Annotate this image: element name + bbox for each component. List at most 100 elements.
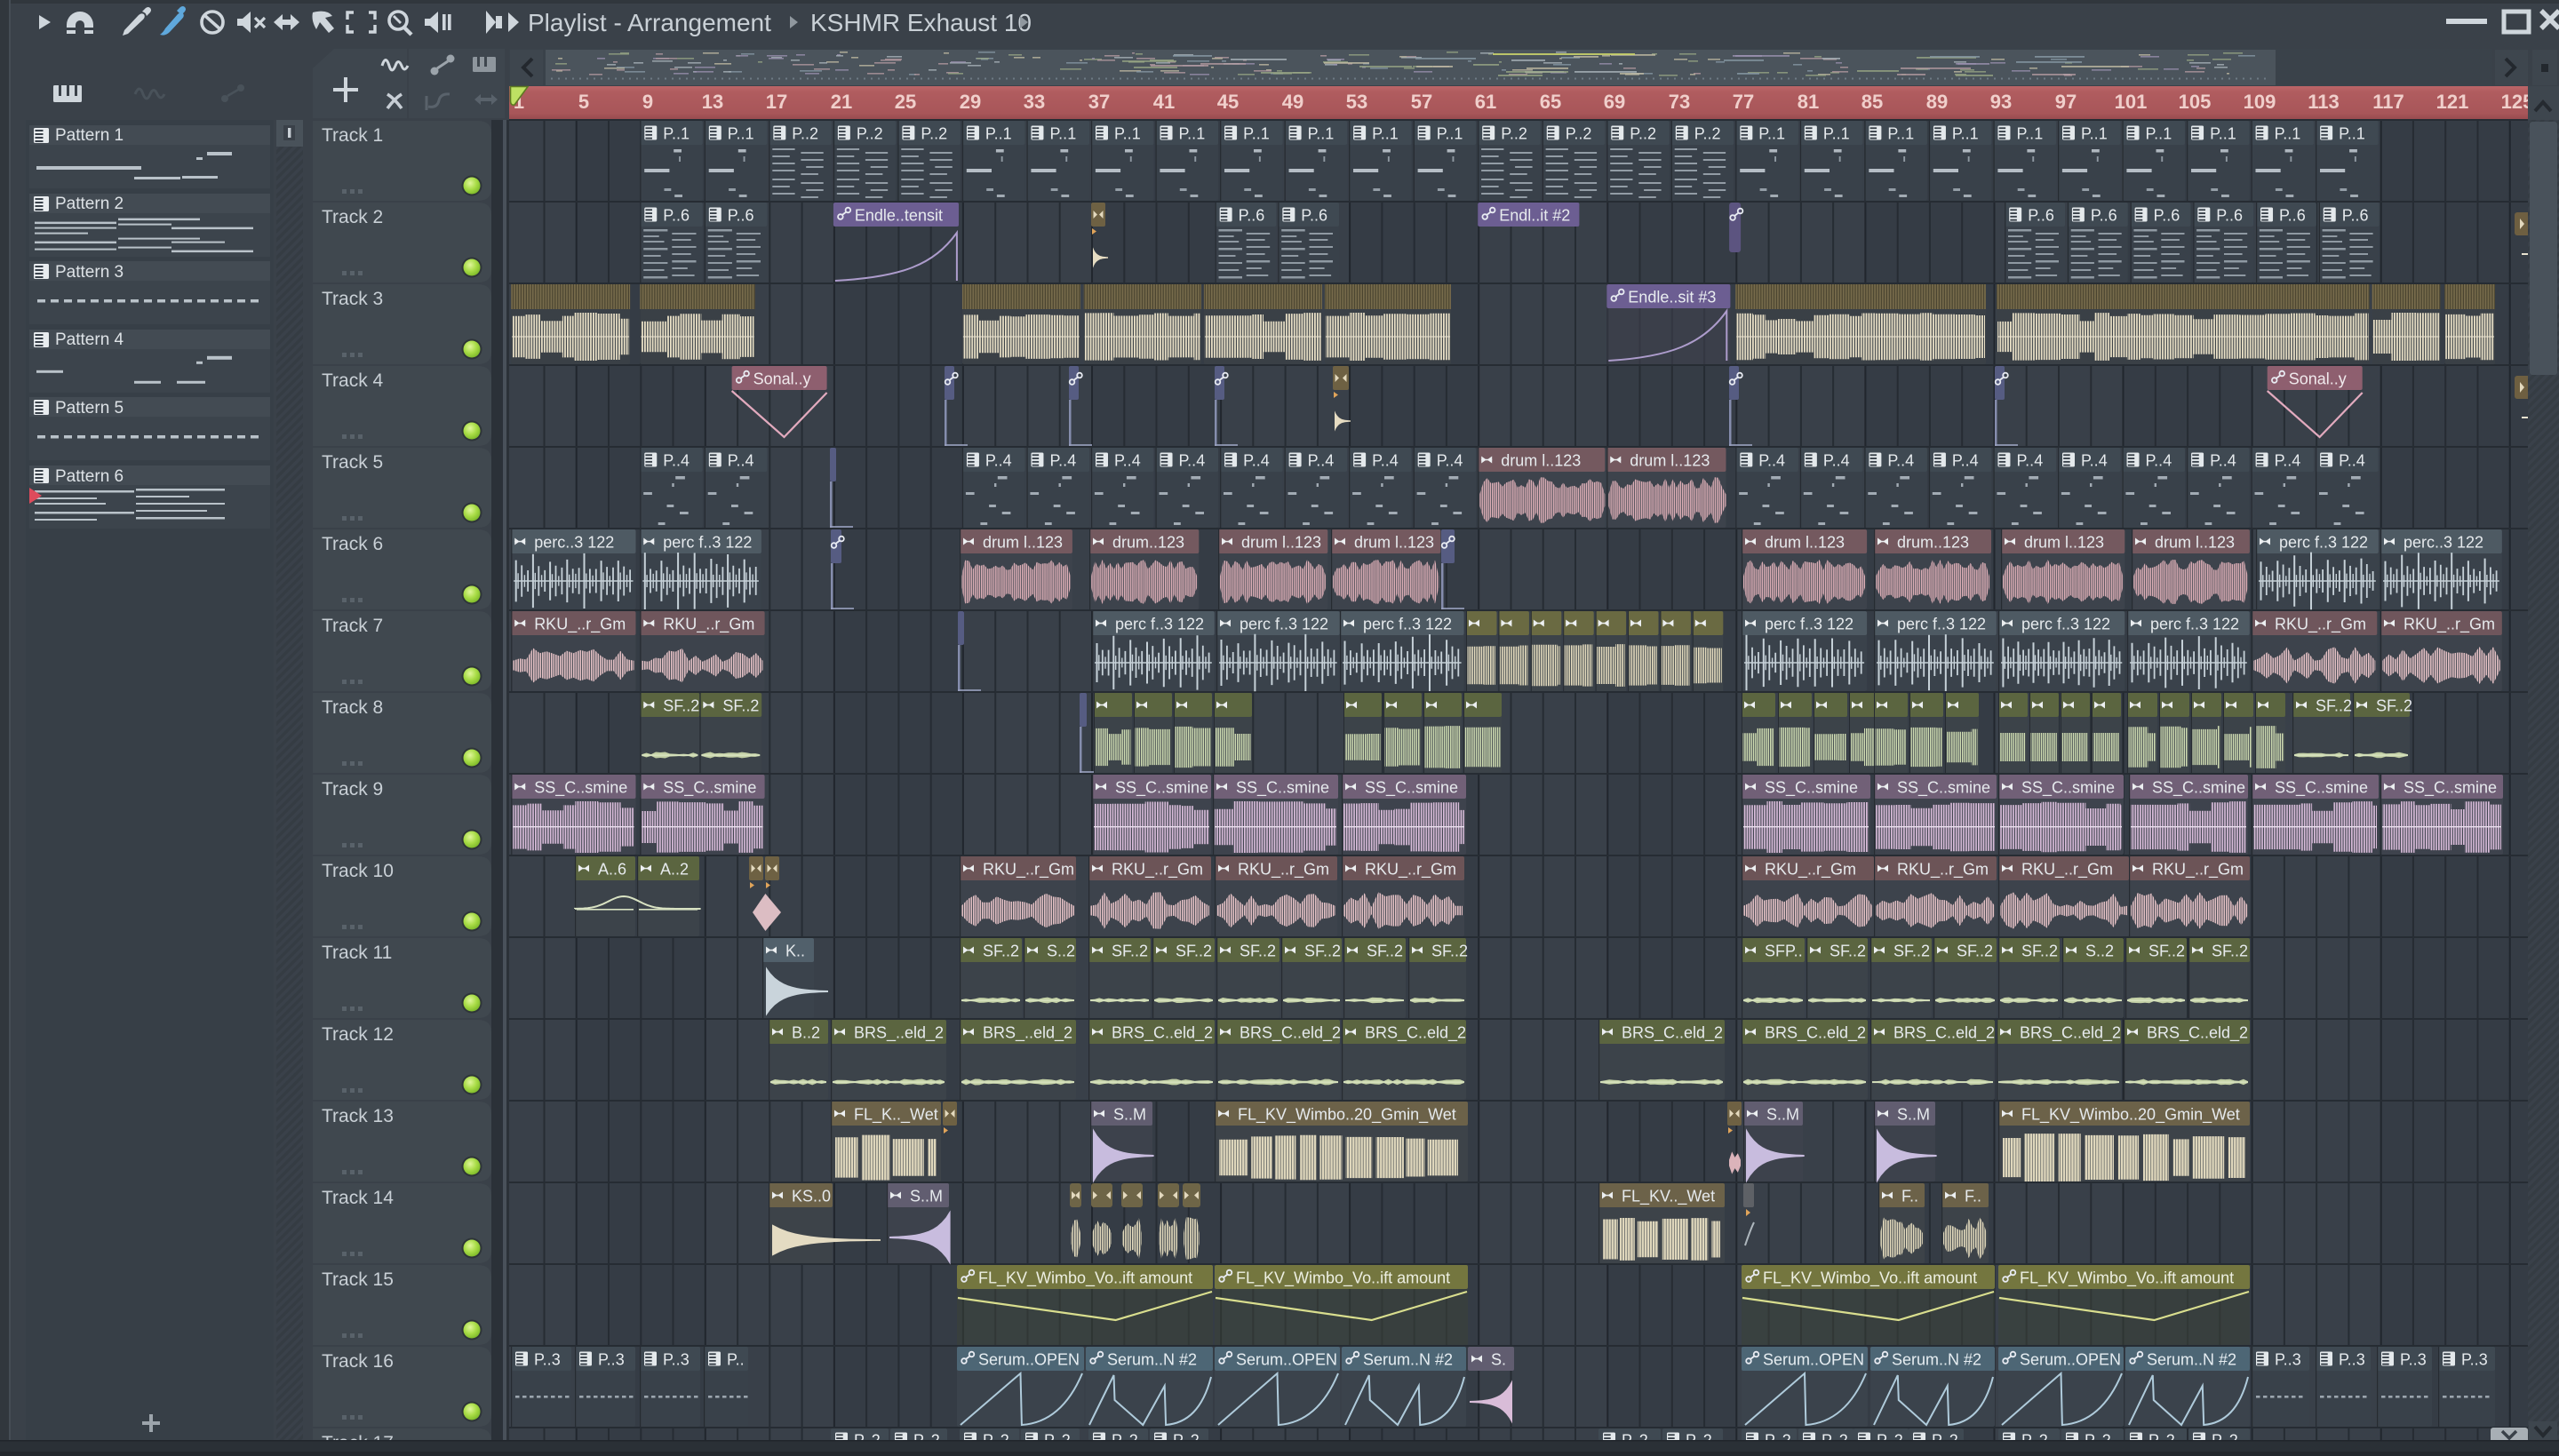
svg-text:Pattern 5: Pattern 5 [55, 399, 124, 418]
svg-text:P..4: P..4 [2210, 452, 2236, 470]
svg-text:Serum..OPEN: Serum..OPEN [1763, 1351, 1864, 1369]
svg-text:perc f..3 122: perc f..3 122 [1240, 616, 1328, 633]
svg-text:P..2: P..2 [857, 125, 883, 143]
svg-text:P..2: P..2 [1630, 125, 1656, 143]
svg-text:Pattern 1: Pattern 1 [55, 126, 124, 145]
svg-text:S..M: S..M [910, 1188, 943, 1205]
svg-text:RKU_..r_Gm: RKU_..r_Gm [1765, 861, 1856, 879]
svg-text:SS_C..smine: SS_C..smine [1365, 779, 1458, 798]
svg-text:SS_C..smine: SS_C..smine [1897, 779, 1990, 798]
svg-text:Track 3: Track 3 [322, 289, 383, 309]
svg-text:P..4: P..4 [2017, 452, 2044, 470]
svg-text:BRS_C..eld_2: BRS_C..eld_2 [2020, 1024, 2121, 1043]
svg-text:81: 81 [1798, 91, 1819, 113]
svg-text:perc f..3 122: perc f..3 122 [1897, 616, 1986, 633]
svg-text:21: 21 [831, 91, 852, 113]
svg-text:BRS_C..eld_2: BRS_C..eld_2 [1365, 1024, 1466, 1043]
svg-text:RKU_..r_Gm: RKU_..r_Gm [983, 861, 1074, 879]
svg-text:P..4: P..4 [2339, 452, 2365, 470]
svg-text:BRS_C..eld_2: BRS_C..eld_2 [1622, 1024, 1723, 1043]
svg-text:SF..2: SF..2 [1240, 943, 1276, 960]
svg-text:P..1: P..1 [1243, 125, 1270, 143]
svg-text:S..M: S..M [1766, 1106, 1799, 1124]
svg-text:FL_KV.._Wet: FL_KV.._Wet [1622, 1188, 1715, 1206]
svg-text:P..2: P..2 [921, 125, 947, 143]
svg-text:P..4: P..4 [1050, 452, 1077, 470]
svg-text:P..2: P..2 [1501, 125, 1527, 143]
svg-text:SS_C..smine: SS_C..smine [1236, 779, 1329, 798]
svg-text:drum l..123: drum l..123 [983, 534, 1063, 552]
svg-text:Serum..OPEN: Serum..OPEN [2020, 1351, 2121, 1369]
svg-text:perc f..3 122: perc f..3 122 [663, 534, 752, 552]
svg-text:Endle..tensit: Endle..tensit [855, 207, 943, 225]
svg-text:SF..2: SF..2 [983, 943, 1019, 960]
svg-text:SF..2: SF..2 [722, 697, 759, 715]
svg-text:P..4: P..4 [985, 452, 1012, 470]
svg-text:F..: F.. [1965, 1188, 1981, 1205]
svg-text:P..4: P..4 [1114, 452, 1141, 470]
svg-text:perc f..3 122: perc f..3 122 [2279, 534, 2368, 552]
svg-text:P..1: P..1 [2081, 125, 2108, 143]
svg-text:P..1: P..1 [985, 125, 1012, 143]
svg-text:Track 12: Track 12 [322, 1024, 394, 1045]
svg-text:77: 77 [1733, 91, 1754, 113]
svg-text:SFP..: SFP.. [1765, 943, 1803, 960]
svg-text:61: 61 [1475, 91, 1496, 113]
svg-text:P..1: P..1 [2339, 125, 2365, 143]
svg-text:101: 101 [2115, 91, 2148, 113]
svg-text:P..4: P..4 [2275, 452, 2301, 470]
svg-text:Track 13: Track 13 [322, 1106, 394, 1126]
svg-text:RKU_..r_Gm: RKU_..r_Gm [534, 616, 626, 634]
svg-text:Sonal..y: Sonal..y [753, 370, 811, 388]
svg-text:S..M: S..M [1113, 1106, 1146, 1124]
svg-text:P..3: P..3 [2461, 1351, 2488, 1369]
svg-text:P..4: P..4 [1437, 452, 1463, 470]
svg-text:A..2: A..2 [660, 861, 689, 879]
svg-text:P..4: P..4 [1952, 452, 1979, 470]
svg-text:121: 121 [2436, 91, 2469, 113]
svg-text:drum l..123: drum l..123 [2024, 534, 2104, 552]
svg-text:SF..2: SF..2 [2148, 943, 2185, 960]
svg-text:P..1: P..1 [1887, 125, 1914, 143]
svg-text:85: 85 [1861, 91, 1883, 113]
svg-text:P..1: P..1 [1758, 125, 1785, 143]
svg-text:25: 25 [895, 91, 916, 113]
svg-text:S.: S. [1491, 1351, 1506, 1369]
svg-text:Track 14: Track 14 [322, 1188, 394, 1208]
svg-text:SS_C..smine: SS_C..smine [534, 779, 627, 798]
svg-text:P..3: P..3 [663, 1351, 690, 1369]
svg-text:P..1: P..1 [1823, 125, 1850, 143]
svg-text:P..3: P..3 [534, 1351, 561, 1369]
svg-text:105: 105 [2179, 91, 2212, 113]
svg-text:S..M: S..M [1897, 1106, 1930, 1124]
svg-text:P..1: P..1 [2210, 125, 2236, 143]
svg-text:89: 89 [1926, 91, 1948, 113]
svg-text:Track 5: Track 5 [322, 452, 383, 473]
svg-text:RKU_..r_Gm: RKU_..r_Gm [663, 616, 754, 634]
svg-text:Sonal..y: Sonal..y [2289, 370, 2347, 388]
svg-text:K..: K.. [785, 943, 805, 960]
svg-text:S..2: S..2 [2085, 943, 2114, 960]
svg-text:SF..2: SF..2 [1830, 943, 1866, 960]
svg-text:Pattern 2: Pattern 2 [55, 195, 124, 213]
svg-text:P..1: P..1 [1437, 125, 1463, 143]
svg-text:P..4: P..4 [1823, 452, 1850, 470]
svg-text:Endl..it #2: Endl..it #2 [1499, 207, 1570, 225]
svg-text:13: 13 [702, 91, 723, 113]
svg-text:Track 1: Track 1 [322, 125, 383, 146]
svg-text:53: 53 [1346, 91, 1367, 113]
svg-text:P..4: P..4 [1758, 452, 1785, 470]
svg-text:Track 15: Track 15 [322, 1269, 394, 1290]
svg-text:73: 73 [1669, 91, 1690, 113]
svg-text:Pattern 3: Pattern 3 [55, 263, 124, 282]
svg-text:Serum..N #2: Serum..N #2 [1363, 1351, 1453, 1369]
svg-text:P..1: P..1 [2275, 125, 2301, 143]
svg-text:33: 33 [1024, 91, 1045, 113]
svg-text:P..4: P..4 [1887, 452, 1914, 470]
svg-text:SS_C..smine: SS_C..smine [1765, 779, 1858, 798]
svg-text:Serum..OPEN: Serum..OPEN [1236, 1351, 1337, 1369]
svg-text:P..4: P..4 [1308, 452, 1335, 470]
svg-text:FL_KV_Wimbo_Vo..ift amount: FL_KV_Wimbo_Vo..ift amount [1763, 1269, 1977, 1288]
svg-text:97: 97 [2055, 91, 2077, 113]
svg-text:RKU_..r_Gm: RKU_..r_Gm [1112, 861, 1203, 879]
